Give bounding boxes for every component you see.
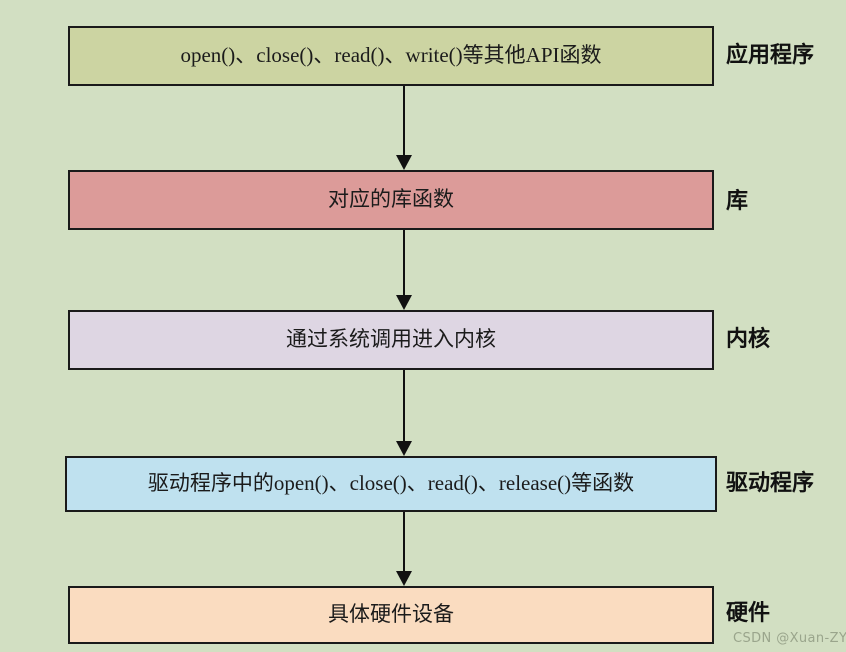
node-library-label: 对应的库函数: [328, 187, 454, 212]
node-driver-label: 驱动程序中的open()、close()、read()、release()等函数: [147, 471, 635, 496]
arrow-line: [403, 370, 405, 441]
node-driver: 驱动程序中的open()、close()、read()、release()等函数: [65, 456, 717, 512]
csdn-watermark: CSDN @Xuan-ZY: [733, 631, 846, 646]
layer-label-hardware: 硬件: [726, 600, 771, 625]
layer-label-driver: 驱动程序: [726, 470, 815, 495]
node-hardware: 具体硬件设备: [68, 586, 714, 644]
node-library: 对应的库函数: [68, 170, 714, 230]
node-kernel-label: 通过系统调用进入内核: [286, 327, 496, 352]
layer-label-kernel: 内核: [726, 326, 771, 351]
node-application-label: open()、close()、read()、write()等其他API函数: [180, 43, 602, 68]
clipped-top-text: ............. .... .... ..... ...... ...…: [0, 0, 846, 4]
arrow-line: [403, 230, 405, 295]
layer-label-library: 库: [726, 188, 749, 213]
arrow-head-icon: [396, 571, 412, 586]
arrow-head-icon: [396, 155, 412, 170]
arrow-head-icon: [396, 295, 412, 310]
layer-label-application: 应用程序: [726, 42, 815, 67]
node-application: open()、close()、read()、write()等其他API函数: [68, 26, 714, 86]
node-kernel: 通过系统调用进入内核: [68, 310, 714, 370]
node-hardware-label: 具体硬件设备: [328, 602, 454, 627]
arrow-line: [403, 512, 405, 571]
arrow-head-icon: [396, 441, 412, 456]
syscall-layer-diagram: ............. .... .... ..... ...... ...…: [0, 0, 846, 652]
arrow-line: [403, 86, 405, 155]
